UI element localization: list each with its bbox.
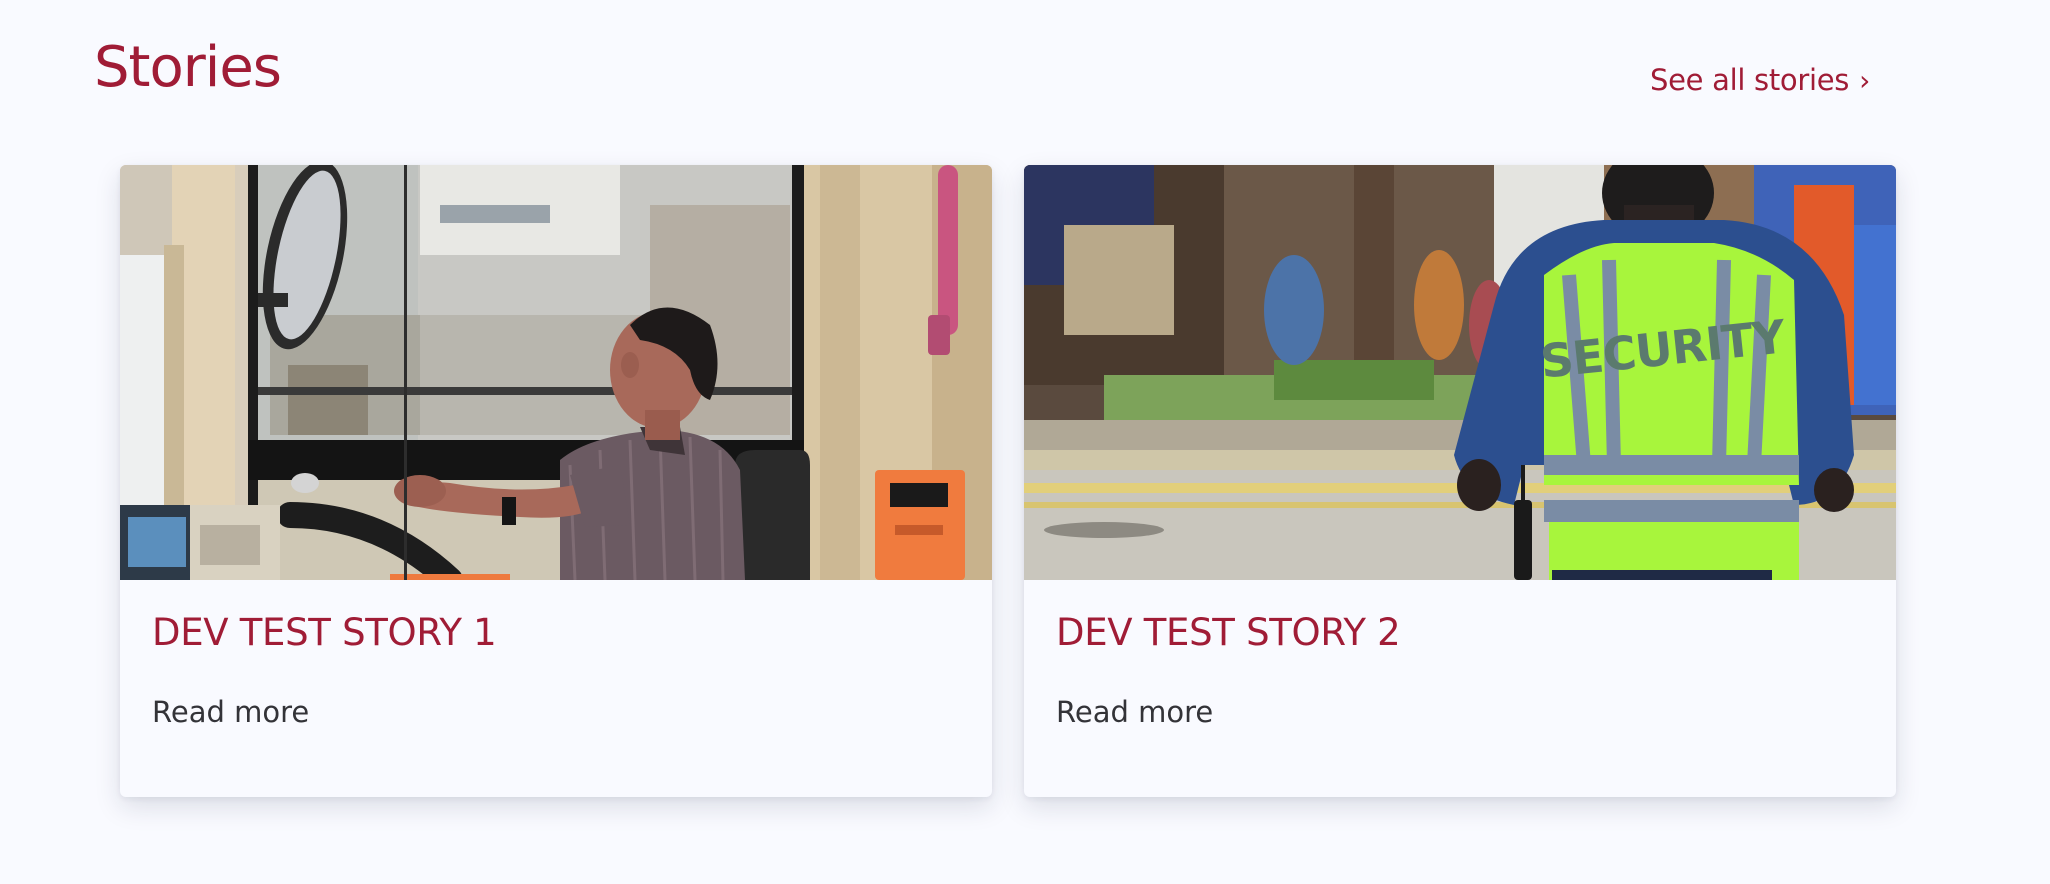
story-title: DEV TEST STORY 2 [1056,611,1401,654]
story-title: DEV TEST STORY 1 [152,611,497,654]
read-more-link[interactable]: Read more [152,692,309,732]
story-card[interactable]: SECURITY DEV TEST STORY 2 Read more [1024,165,1896,797]
read-more-link[interactable]: Read more [1056,692,1213,732]
story-card[interactable]: DEV TEST STORY 1 Read more [120,165,992,797]
security-guard-photo[interactable]: SECURITY [1024,165,1896,580]
page-title: Stories [94,35,282,100]
see-all-stories-link[interactable]: See all stories › [1650,58,1870,103]
chevron-right-icon: › [1859,64,1870,97]
bus-driver-photo[interactable] [120,165,992,580]
see-all-stories-label: See all stories [1650,63,1850,97]
